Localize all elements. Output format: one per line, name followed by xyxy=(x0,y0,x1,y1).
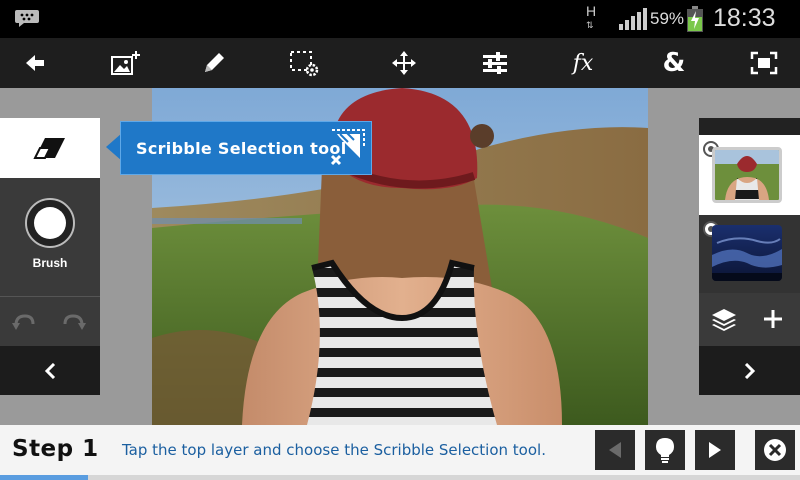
fit-screen-button[interactable] xyxy=(734,38,794,88)
layer-thumbnail-photo[interactable] xyxy=(712,147,782,203)
hint-button[interactable] xyxy=(645,430,685,470)
pencil-icon xyxy=(205,53,224,72)
undo-icon[interactable] xyxy=(12,311,36,333)
selection-settings-icon xyxy=(290,51,319,77)
fx-button[interactable]: fx xyxy=(553,38,613,88)
left-tool-panel: Brush xyxy=(0,118,100,395)
blend-icon: & xyxy=(662,48,686,78)
next-step-button[interactable] xyxy=(695,430,735,470)
battery-percent: 59% xyxy=(650,9,685,28)
close-tutorial-button[interactable] xyxy=(755,430,795,470)
redo-icon[interactable] xyxy=(62,311,86,333)
tutorial-step-bar: Step 1 Tap the top layer and choose the … xyxy=(0,425,800,480)
top-toolbar: fx & xyxy=(0,38,800,88)
status-bar: H ⇅ 59% 18:33 xyxy=(0,0,800,38)
pencil-button[interactable] xyxy=(184,38,244,88)
network-type: H ⇅ xyxy=(586,3,597,30)
triangle-right-icon xyxy=(709,442,721,458)
chevron-left-icon xyxy=(44,362,56,379)
selection-settings-button[interactable] xyxy=(274,38,334,88)
layers-panel-header xyxy=(699,118,800,135)
move-icon xyxy=(392,51,416,75)
layer-thumbnail-sky[interactable] xyxy=(712,225,782,281)
expand-right-panel-button[interactable] xyxy=(699,346,800,395)
collapse-left-panel-button[interactable] xyxy=(0,346,100,395)
triangle-left-icon xyxy=(609,442,621,458)
clock: 18:33 xyxy=(713,4,776,32)
brush-label: Brush xyxy=(32,256,68,270)
brush-size-control[interactable]: Brush xyxy=(0,178,100,294)
step-instruction: Tap the top layer and choose the Scribbl… xyxy=(122,441,546,459)
message-icon xyxy=(15,10,39,27)
undo-redo-group xyxy=(0,296,100,347)
close-icon xyxy=(764,439,786,461)
layer-bottom[interactable] xyxy=(699,215,800,293)
add-image-icon xyxy=(111,51,140,75)
layer-actions xyxy=(699,293,800,345)
adjustments-button[interactable] xyxy=(465,38,525,88)
signal-icon xyxy=(619,8,647,30)
eraser-tool-button[interactable] xyxy=(0,118,100,178)
previous-step-button[interactable] xyxy=(595,430,635,470)
layer-sky-image xyxy=(712,225,782,281)
add-layer-icon[interactable] xyxy=(763,309,783,329)
move-button[interactable] xyxy=(374,38,434,88)
fit-screen-icon xyxy=(750,51,778,75)
layers-icon[interactable] xyxy=(711,307,737,333)
back-arrow-icon xyxy=(26,55,44,71)
step-progress-fill xyxy=(0,475,88,480)
chevron-right-icon xyxy=(744,362,755,379)
lightbulb-icon xyxy=(656,438,674,463)
adjustments-icon xyxy=(483,52,507,74)
add-image-button[interactable] xyxy=(96,38,156,88)
back-button[interactable] xyxy=(5,38,65,88)
layer-photo-image xyxy=(715,150,779,200)
blend-button[interactable]: & xyxy=(644,38,704,88)
layer-top[interactable] xyxy=(699,135,800,215)
scribble-selection-icon xyxy=(330,129,365,166)
tooltip-text: Scribble Selection tool xyxy=(136,139,347,158)
brush-size-indicator[interactable] xyxy=(25,198,75,248)
fx-icon: fx xyxy=(572,50,594,76)
step-progress-track xyxy=(0,475,800,480)
step-label: Step 1 xyxy=(12,436,99,462)
layers-panel xyxy=(699,118,800,395)
eraser-icon xyxy=(33,138,65,159)
battery-charging-icon xyxy=(687,6,703,32)
